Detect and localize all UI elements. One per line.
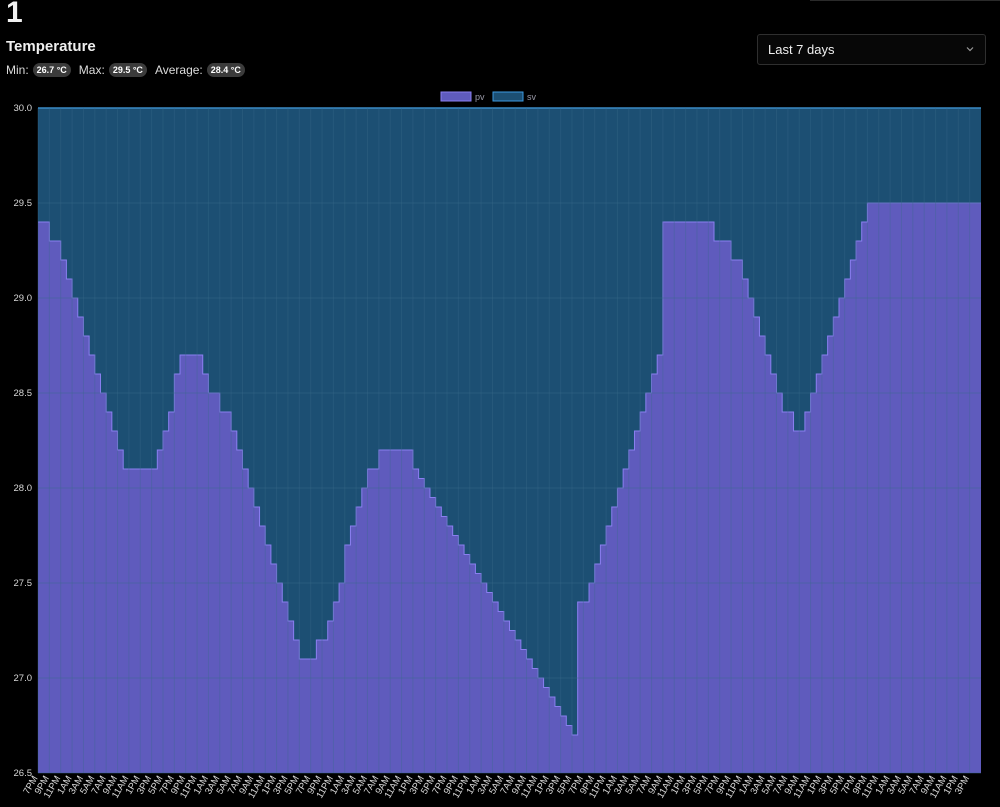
plot-area — [38, 107, 981, 773]
temperature-chart: pv sv 26.527.027.528.028.529.029.530.0 7P… — [14, 91, 981, 800]
chevron-down-icon — [966, 47, 974, 52]
y-axis: 26.527.027.528.028.529.029.530.0 — [14, 103, 33, 779]
top-edge-line — [810, 0, 1000, 1]
average-badge: 28.4 °C — [206, 63, 245, 77]
legend-swatch-sv — [492, 91, 524, 102]
y-tick-label: 27.5 — [14, 578, 33, 589]
page-number: 1 — [6, 0, 23, 29]
average-label: Average: — [154, 63, 203, 77]
legend-swatch-pv — [440, 91, 472, 102]
time-range-value: Last 7 days — [768, 42, 835, 57]
stats-row: Min: 26.7 °C Max: 29.5 °C Average: 28.4 … — [6, 63, 249, 77]
y-tick-label: 27.0 — [14, 673, 33, 684]
y-tick-label: 30.0 — [14, 103, 33, 114]
legend-label-sv: sv — [527, 92, 537, 102]
legend-label-pv: pv — [475, 92, 485, 102]
chart-title: Temperature — [6, 38, 96, 55]
min-badge: 26.7 °C — [32, 63, 71, 77]
max-badge: 29.5 °C — [108, 63, 147, 77]
y-tick-label: 29.5 — [14, 198, 33, 209]
y-tick-label: 28.0 — [14, 483, 33, 494]
x-axis: 7PM9PM11PM1AM3AM5AM7AM9AM11AM1PM3PM5PM7P… — [21, 774, 972, 800]
y-tick-label: 28.5 — [14, 388, 33, 399]
chart-legend: pv sv — [440, 91, 537, 102]
max-label: Max: — [78, 63, 105, 77]
y-tick-label: 29.0 — [14, 293, 33, 304]
min-label: Min: — [6, 63, 29, 77]
time-range-select[interactable]: Last 7 days — [757, 34, 986, 65]
